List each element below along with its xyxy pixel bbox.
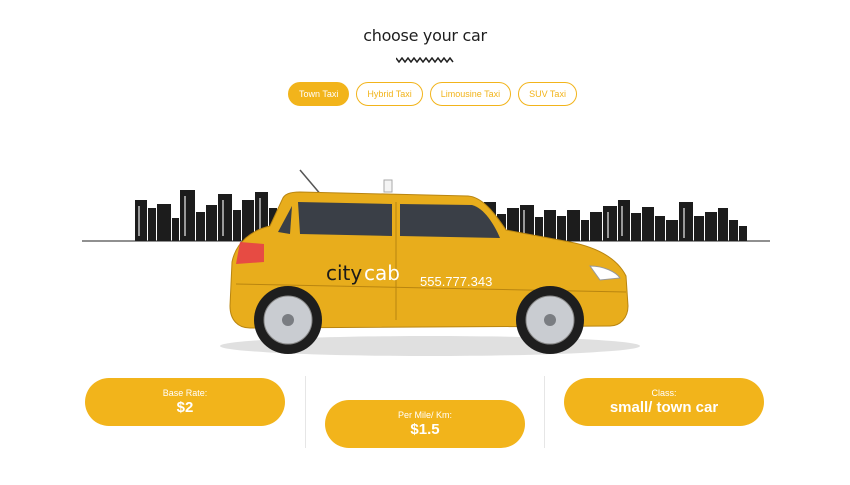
divider-right bbox=[544, 376, 545, 448]
per-mile-label: Per Mile/ Km: bbox=[397, 410, 452, 420]
class-label: Class: bbox=[651, 388, 677, 398]
base-rate-pill: Base Rate: $2 bbox=[85, 378, 285, 426]
car-brand-cab: cab bbox=[364, 261, 400, 285]
base-rate-label: Base Rate: bbox=[162, 388, 208, 398]
car-brand-city: city bbox=[326, 261, 362, 285]
tab-suv-taxi[interactable]: SUV Taxi bbox=[518, 82, 577, 106]
base-rate-value: $2 bbox=[176, 399, 194, 416]
car-phone: 555.777.343 bbox=[420, 274, 492, 289]
class-value: small/ town car bbox=[609, 399, 719, 416]
per-mile-value: $1.5 bbox=[410, 421, 440, 438]
page-title: choose your car bbox=[363, 26, 487, 45]
tab-limousine-taxi[interactable]: Limousine Taxi bbox=[429, 82, 512, 106]
car-scene: city cab 555.777.343 bbox=[82, 169, 770, 356]
divider-left bbox=[305, 376, 306, 448]
per-mile-pill: Per Mile/ Km: $1.5 bbox=[325, 400, 525, 448]
tab-hybrid-taxi[interactable]: Hybrid Taxi bbox=[356, 82, 423, 106]
tab-town-taxi[interactable]: Town Taxi bbox=[288, 82, 350, 106]
zigzag-divider bbox=[396, 57, 454, 63]
taxi-car: city cab 555.777.343 bbox=[229, 169, 629, 354]
car-type-tabs: Town Taxi Hybrid Taxi Limousine Taxi SUV… bbox=[288, 82, 577, 106]
class-pill: Class: small/ town car bbox=[564, 378, 764, 426]
